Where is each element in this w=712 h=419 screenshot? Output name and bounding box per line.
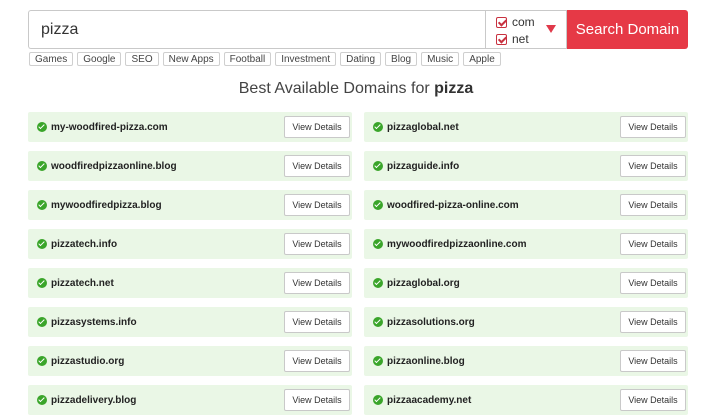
available-check-icon (37, 395, 47, 405)
domain-result-item: pizzaglobal.org View Details (364, 268, 688, 298)
available-check-icon (373, 278, 383, 288)
available-check-icon (373, 395, 383, 405)
checkbox-icon[interactable] (496, 33, 507, 45)
tag-list: Games Google SEO New Apps Football Investment… (29, 52, 501, 66)
domain-name: pizzaonline.blog (387, 355, 465, 367)
view-details-button[interactable]: View Details (620, 311, 686, 333)
available-check-icon (373, 239, 383, 249)
domain-name: pizzatech.info (51, 238, 118, 250)
domain-name: mywoodfiredpizzaonline.com (387, 238, 527, 250)
view-details-button[interactable]: View Details (284, 350, 350, 372)
chevron-down-icon[interactable] (546, 25, 556, 33)
view-details-button[interactable]: View Details (620, 155, 686, 177)
available-check-icon (373, 122, 383, 132)
heading-term: pizza (434, 80, 474, 97)
view-details-button[interactable]: View Details (620, 194, 686, 216)
view-details-button[interactable]: View Details (620, 272, 686, 294)
domain-result-item: pizzaguide.info View Details (364, 151, 688, 181)
domain-result-item: mywoodfiredpizzaonline.com View Details (364, 229, 688, 259)
domain-name: woodfired-pizza-online.com (387, 199, 519, 211)
domain-result-item: pizzasystems.info View Details (28, 307, 352, 337)
available-check-icon (37, 122, 47, 132)
view-details-button[interactable]: View Details (284, 233, 350, 255)
available-check-icon (373, 356, 383, 366)
tld-selector[interactable]: com net (485, 10, 567, 49)
domain-name: my-woodfired-pizza.com (51, 121, 168, 133)
tag-item[interactable]: New Apps (162, 52, 220, 66)
tld-option-net[interactable]: net (496, 32, 529, 46)
domain-result-item: pizzastudio.org View Details (28, 346, 352, 376)
page-title: Best Available Domains for pizza (0, 80, 712, 98)
available-check-icon (373, 161, 383, 171)
tag-item[interactable]: Google (77, 52, 122, 66)
search-bar: com net Search Domain (28, 10, 688, 49)
view-details-button[interactable]: View Details (620, 116, 686, 138)
available-check-icon (37, 356, 47, 366)
domain-result-item: mywoodfiredpizza.blog View Details (28, 190, 352, 220)
view-details-button[interactable]: View Details (620, 389, 686, 411)
domain-result-item: pizzatech.info View Details (28, 229, 352, 259)
domain-result-item: pizzaacademy.net View Details (364, 385, 688, 415)
domain-name: pizzaguide.info (387, 160, 460, 172)
heading-prefix: Best Available Domains for (238, 80, 435, 97)
search-input[interactable] (28, 10, 485, 49)
domain-result-item: pizzasolutions.org View Details (364, 307, 688, 337)
domain-name: pizzasolutions.org (387, 316, 475, 328)
view-details-button[interactable]: View Details (284, 194, 350, 216)
view-details-button[interactable]: View Details (284, 389, 350, 411)
domain-result-item: woodfired-pizza-online.com View Details (364, 190, 688, 220)
tag-item[interactable]: Dating (340, 52, 382, 66)
domain-name: pizzaglobal.net (387, 121, 459, 133)
domain-name: pizzatech.net (51, 277, 114, 289)
view-details-button[interactable]: View Details (284, 116, 350, 138)
domain-result-item: pizzatech.net View Details (28, 268, 352, 298)
available-check-icon (373, 200, 383, 210)
domain-result-item: pizzaglobal.net View Details (364, 112, 688, 142)
view-details-button[interactable]: View Details (284, 272, 350, 294)
tld-label: net (512, 32, 529, 46)
view-details-button[interactable]: View Details (284, 155, 350, 177)
search-domain-button[interactable]: Search Domain (567, 10, 688, 49)
tld-label: com (512, 15, 535, 29)
domain-result-item: woodfiredpizzaonline.blog View Details (28, 151, 352, 181)
domain-result-item: my-woodfired-pizza.com View Details (28, 112, 352, 142)
domain-name: pizzastudio.org (51, 355, 125, 367)
available-check-icon (37, 278, 47, 288)
domain-result-item: pizzadelivery.blog View Details (28, 385, 352, 415)
tld-option-com[interactable]: com (496, 15, 535, 29)
available-check-icon (37, 317, 47, 327)
checkbox-icon[interactable] (496, 16, 507, 28)
view-details-button[interactable]: View Details (620, 233, 686, 255)
available-check-icon (37, 200, 47, 210)
available-check-icon (37, 161, 47, 171)
available-check-icon (373, 317, 383, 327)
tag-item[interactable]: Investment (275, 52, 337, 66)
tag-item[interactable]: Music (421, 52, 460, 66)
domain-results: my-woodfired-pizza.com View Details pizzag… (28, 112, 688, 415)
domain-name: woodfiredpizzaonline.blog (51, 160, 177, 172)
tag-item[interactable]: Blog (385, 52, 418, 66)
domain-result-item: pizzaonline.blog View Details (364, 346, 688, 376)
view-details-button[interactable]: View Details (620, 350, 686, 372)
available-check-icon (37, 239, 47, 249)
domain-name: pizzaglobal.org (387, 277, 460, 289)
tag-item[interactable]: Football (223, 52, 272, 66)
tag-item[interactable]: SEO (125, 52, 159, 66)
tag-item[interactable]: Games (29, 52, 74, 66)
domain-name: pizzaacademy.net (387, 394, 472, 406)
domain-name: mywoodfiredpizza.blog (51, 199, 162, 211)
domain-name: pizzasystems.info (51, 316, 137, 328)
tag-item[interactable]: Apple (463, 52, 501, 66)
view-details-button[interactable]: View Details (284, 311, 350, 333)
domain-name: pizzadelivery.blog (51, 394, 137, 406)
